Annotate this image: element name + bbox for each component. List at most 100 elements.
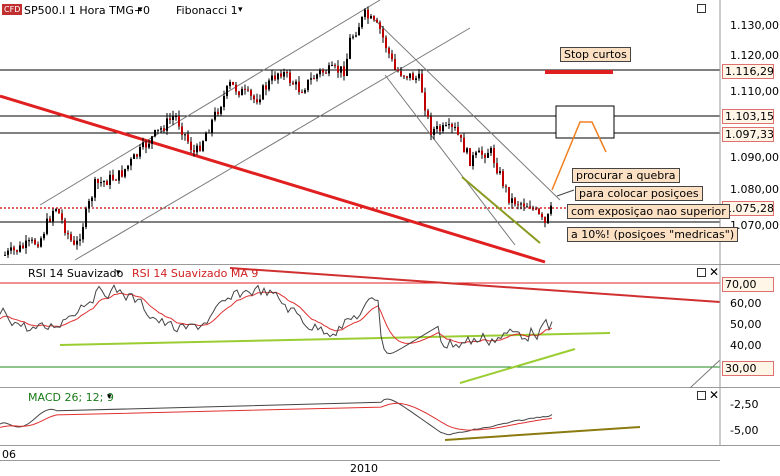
instrument-title[interactable]: SP500.I 1 Hora TMG+0 <box>24 4 150 17</box>
candle-body <box>250 90 252 96</box>
candle-body <box>445 125 447 127</box>
candle-body <box>16 250 18 252</box>
candle-body <box>172 116 174 120</box>
channel-lower-line <box>74 27 471 261</box>
candle-body <box>319 69 321 75</box>
candle-body <box>496 163 498 174</box>
candle-body <box>28 240 30 242</box>
candle-body <box>94 179 96 198</box>
candle-body <box>214 111 216 120</box>
rsi-dropdown-icon[interactable]: ▾ <box>116 267 121 280</box>
candle-body <box>337 65 339 73</box>
rsi-axis-label: 40,00 <box>730 339 762 352</box>
candle-body <box>178 115 180 127</box>
rsi-title[interactable]: RSI 14 Suavizado <box>28 267 123 280</box>
candle-body <box>349 37 351 59</box>
candle-body <box>217 111 219 114</box>
price-chart-canvas[interactable] <box>0 0 780 265</box>
candle-body <box>472 155 474 166</box>
candle-body <box>376 19 378 23</box>
candle-body <box>421 73 423 93</box>
candle-body <box>397 69 399 72</box>
close-macd-pane-icon[interactable]: ✕ <box>709 389 719 401</box>
candle-body <box>13 247 15 251</box>
candle-body <box>163 128 165 131</box>
candle-body <box>88 201 90 209</box>
macd-title[interactable]: MACD 26; 12; 9 <box>28 391 114 404</box>
candle-body <box>274 75 276 80</box>
candle-body <box>106 181 108 185</box>
candle-body <box>232 82 234 85</box>
candle-body <box>271 75 273 81</box>
candle-body <box>79 239 81 241</box>
candle-body <box>157 129 159 131</box>
note-line-1: procurar a quebra <box>572 168 680 183</box>
candle-body <box>97 179 99 184</box>
fibonacci-tool-label[interactable]: Fibonacci 1 <box>176 4 238 17</box>
candle-body <box>466 148 468 153</box>
candle-body <box>352 36 354 38</box>
candle-body <box>262 85 264 100</box>
rsi-axis-label: 60,00 <box>730 297 762 310</box>
candle-body <box>388 48 390 54</box>
candle-body <box>253 95 255 100</box>
candle-body <box>469 148 471 166</box>
maximize-rsi-pane-icon[interactable] <box>697 268 706 277</box>
candle-body <box>490 148 492 153</box>
rsi-ma-title[interactable]: RSI 14 Suavizado MA 9 <box>132 267 258 280</box>
candle-body <box>436 126 438 129</box>
candle-body <box>547 213 549 224</box>
rsi-pane: RSI 14 Suavizado ▾ RSI 14 Suavizado MA 9… <box>0 265 780 388</box>
candle-body <box>100 182 102 184</box>
level-box-1116: 1.116,29 <box>722 64 774 79</box>
price-axis-label: 1.120,00 <box>730 49 779 62</box>
candle-body <box>508 186 510 203</box>
rsi-level-box-70: 70,00 <box>722 277 774 292</box>
stop-label: Stop curtos <box>560 47 631 62</box>
candle-body <box>205 133 207 142</box>
candle-body <box>256 99 258 103</box>
candle-body <box>196 145 198 153</box>
time-axis-year-label: 2010 <box>350 462 378 475</box>
candle-body <box>361 16 363 28</box>
candle-body <box>442 125 444 132</box>
level-box-1103: 1.103,15 <box>722 109 774 124</box>
candle-body <box>427 110 429 117</box>
candle-body <box>142 142 144 147</box>
price-candles <box>4 6 552 258</box>
candle-body <box>439 126 441 132</box>
candle-body <box>91 197 93 202</box>
candle-body <box>514 198 516 205</box>
time-axis: 06 2010 <box>0 446 780 476</box>
macd-signal-line <box>0 402 553 431</box>
candle-body <box>328 65 330 74</box>
candle-body <box>373 16 375 20</box>
candle-body <box>541 213 543 218</box>
candle-body <box>370 16 372 19</box>
candle-body <box>4 254 6 256</box>
close-rsi-pane-icon[interactable]: ✕ <box>709 266 719 278</box>
candle-body <box>433 128 435 135</box>
macd-chart-canvas[interactable] <box>0 388 780 446</box>
fibonacci-dropdown-icon[interactable]: ▾ <box>238 4 243 17</box>
maximize-macd-pane-icon[interactable] <box>697 391 706 400</box>
candle-body <box>223 96 225 107</box>
candle-body <box>550 205 552 214</box>
candle-body <box>475 152 477 156</box>
candle-body <box>40 238 42 247</box>
candle-body <box>37 244 39 247</box>
candle-body <box>406 76 408 78</box>
maximize-price-pane-icon[interactable] <box>697 4 706 13</box>
candle-body <box>199 145 201 151</box>
candle-body <box>454 126 456 128</box>
candle-body <box>241 88 243 96</box>
candle-body <box>364 9 366 17</box>
candle-body <box>145 142 147 148</box>
candle-body <box>52 210 54 222</box>
rsi-chart-canvas[interactable] <box>0 265 780 388</box>
candle-body <box>58 209 60 214</box>
candle-body <box>511 198 513 203</box>
macd-dropdown-icon[interactable]: ▾ <box>107 391 112 404</box>
candle-body <box>229 82 231 87</box>
instrument-dropdown-icon[interactable]: ▾ <box>138 4 143 17</box>
